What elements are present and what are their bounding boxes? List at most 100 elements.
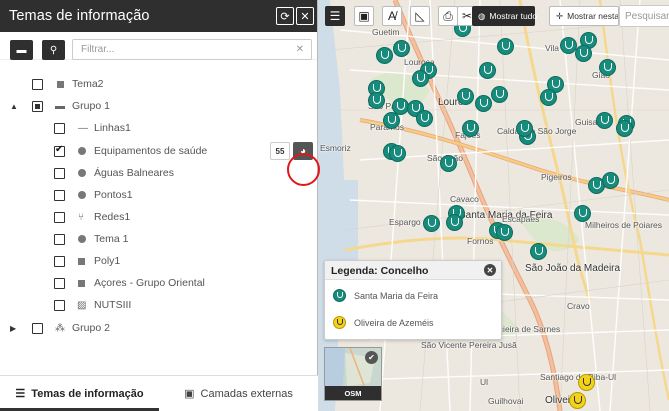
menu-button[interactable]: ☰ xyxy=(325,6,345,26)
print-layout-button[interactable]: ▣ xyxy=(354,6,374,26)
tree-item-tema2[interactable]: Tema2 xyxy=(0,73,318,95)
health-facility-marker[interactable] xyxy=(389,145,406,162)
map-label: Cravo xyxy=(567,301,590,311)
health-facility-marker[interactable] xyxy=(423,215,440,232)
close-panel-button[interactable]: ✕ xyxy=(296,7,314,25)
tree-item-label: Poly1 xyxy=(94,255,121,267)
tree-item-nutsiii[interactable]: ▨ NUTSIII xyxy=(0,294,318,316)
checkbox[interactable] xyxy=(54,144,65,157)
health-facility-marker[interactable] xyxy=(575,45,592,62)
basemap-switcher[interactable]: ✔ OSM xyxy=(324,347,382,401)
folder-button[interactable]: ▬ xyxy=(10,40,33,60)
legend-header: Legenda: Concelho ✕ xyxy=(325,261,501,280)
health-facility-marker[interactable] xyxy=(462,120,479,137)
health-facility-marker[interactable] xyxy=(376,47,393,64)
layers-icon: ▣ xyxy=(184,388,195,400)
legend-item-label: Oliveira de Azeméis xyxy=(354,317,434,328)
health-facility-marker[interactable] xyxy=(516,120,533,137)
tree-item-tema1[interactable]: Tema 1 xyxy=(0,228,318,250)
checkbox[interactable] xyxy=(54,233,65,245)
checkbox[interactable] xyxy=(54,189,65,201)
tree-item-poly1[interactable]: Poly1 xyxy=(0,250,318,272)
filter-input[interactable]: Filtrar... ✕ xyxy=(72,39,312,60)
health-facility-marker[interactable] xyxy=(530,243,547,260)
health-facility-marker[interactable] xyxy=(599,59,616,76)
show-all-button[interactable]: ◍ Mostrar tudo xyxy=(472,6,538,26)
health-facility-marker[interactable] xyxy=(596,112,613,129)
legend-marker-teal xyxy=(333,289,346,302)
checkbox[interactable] xyxy=(54,211,65,223)
tree-item-label: Pontos1 xyxy=(94,189,133,201)
health-facility-marker[interactable] xyxy=(491,86,508,103)
health-facility-marker[interactable] xyxy=(574,205,591,222)
image-icon: ▨ xyxy=(77,299,87,311)
health-facility-marker[interactable] xyxy=(416,110,433,127)
point-icon xyxy=(78,147,86,155)
health-facility-marker[interactable] xyxy=(446,214,463,231)
map-label: Guilhovai xyxy=(488,396,524,406)
tree-item-equipamentos[interactable]: Equipamentos de saúde 55 ◕ xyxy=(0,140,318,162)
health-facility-marker[interactable] xyxy=(457,88,474,105)
checkbox[interactable] xyxy=(54,167,65,179)
health-facility-marker[interactable] xyxy=(497,38,514,55)
checkbox[interactable] xyxy=(54,299,65,311)
caret-down-icon[interactable]: ▲ xyxy=(10,102,18,111)
search-button[interactable]: ⚲ xyxy=(42,40,65,60)
health-facility-marker[interactable] xyxy=(616,120,633,137)
health-facility-marker[interactable] xyxy=(479,62,496,79)
health-facility-marker[interactable] xyxy=(475,95,492,112)
tree-item-aguas[interactable]: Águas Balneares xyxy=(0,162,318,184)
basemap-label: OSM xyxy=(325,386,381,400)
clear-filter-icon[interactable]: ✕ xyxy=(296,44,304,55)
legend-item: Santa Maria da Feira xyxy=(333,289,438,302)
checkbox[interactable] xyxy=(54,255,65,267)
map-label: Fornos xyxy=(467,236,494,246)
legend-item: Oliveira de Azeméis xyxy=(333,316,434,329)
checkbox[interactable] xyxy=(32,100,43,112)
health-facility-marker[interactable] xyxy=(393,40,410,57)
polygon-icon xyxy=(78,280,85,287)
map-label: Esmoriz xyxy=(320,143,351,153)
polygon-icon xyxy=(57,81,64,88)
health-facility-marker[interactable] xyxy=(540,89,557,106)
print-button[interactable]: ⎙ xyxy=(438,6,458,26)
tree-item-label: Equipamentos de saúde xyxy=(94,145,208,157)
measure-area-button[interactable]: ◺ xyxy=(410,6,430,26)
tab-camadas-externas[interactable]: ▣ Camadas externas xyxy=(159,376,318,411)
tab-temas[interactable]: ☰ Temas de informação xyxy=(0,376,159,411)
health-facility-marker[interactable] xyxy=(383,112,400,129)
tree-group-grupo2[interactable]: ▶ ⁂ Grupo 2 xyxy=(0,317,318,339)
health-facility-marker[interactable] xyxy=(412,70,429,87)
tree-item-pontos1[interactable]: Pontos1 xyxy=(0,184,318,206)
map-label: São João da Madeira xyxy=(525,263,621,274)
health-facility-marker[interactable] xyxy=(496,224,513,241)
tree-item-label: Grupo 2 xyxy=(72,322,110,334)
point-icon xyxy=(78,235,86,243)
refresh-button[interactable]: ⟳ xyxy=(276,7,294,25)
checkbox[interactable] xyxy=(54,277,65,289)
tree-item-redes1[interactable]: ⑂ Redes1 xyxy=(0,206,318,228)
show-all-label: Mostrar tudo xyxy=(489,11,538,21)
caret-right-icon[interactable]: ▶ xyxy=(10,324,16,333)
checkbox[interactable] xyxy=(32,78,43,90)
tree-item-linhas1[interactable]: — Linhas1 xyxy=(0,117,318,139)
close-legend-button[interactable]: ✕ xyxy=(484,264,496,276)
checkbox[interactable] xyxy=(54,122,65,134)
tree-item-acores[interactable]: Açores - Grupo Oriental xyxy=(0,272,318,294)
show-in-area-button[interactable]: ✛ Mostrar nesta área xyxy=(549,6,619,26)
health-facility-marker[interactable] xyxy=(602,172,619,189)
health-facility-marker[interactable] xyxy=(440,155,457,172)
tree-item-label: Tema2 xyxy=(72,78,104,90)
health-facility-marker[interactable] xyxy=(368,92,385,109)
map-search-input[interactable]: Pesquisar xyxy=(619,5,669,27)
map-label: Ul xyxy=(480,377,489,387)
map-label: Guetim xyxy=(372,27,400,37)
health-facility-marker-oliveira[interactable] xyxy=(569,392,586,409)
tree-group-grupo1[interactable]: ▲ ▬ Grupo 1 xyxy=(0,95,318,117)
map-label: Vila xyxy=(545,43,560,53)
panel-title: Temas de informação xyxy=(9,8,150,24)
checkbox[interactable] xyxy=(32,322,43,334)
health-facility-marker-oliveira[interactable] xyxy=(578,374,595,391)
measure-angle-button[interactable]: A̸ xyxy=(382,6,402,26)
map-label: Milheiros de Poiares xyxy=(585,220,663,230)
